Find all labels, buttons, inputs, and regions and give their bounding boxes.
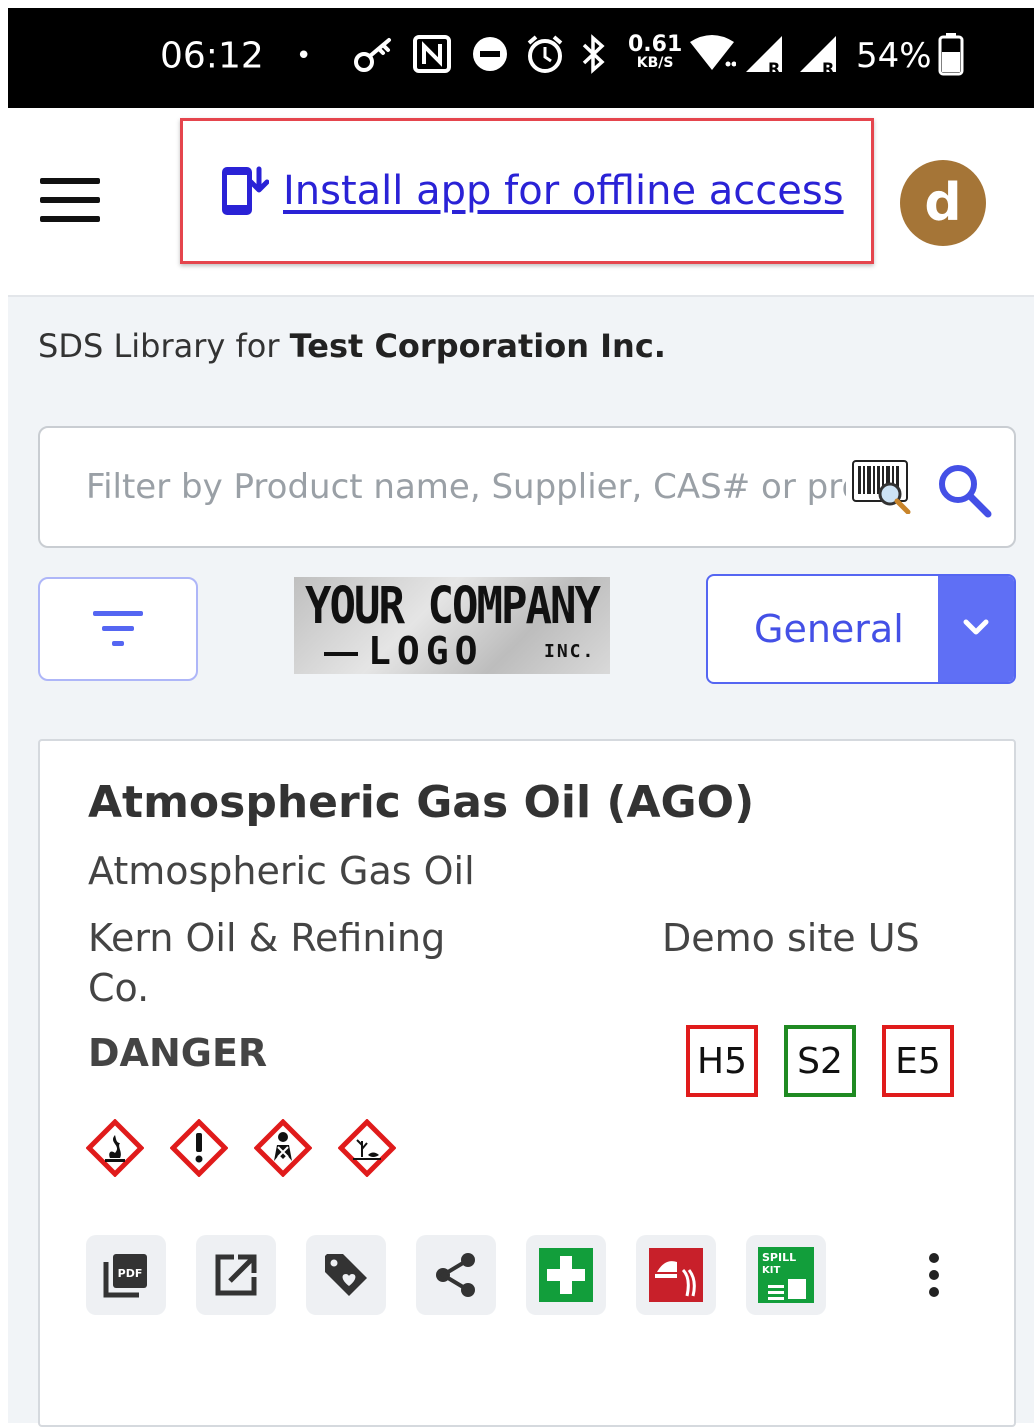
install-app-link[interactable]: Install app for offline access [219,163,844,219]
filter-line [112,641,124,646]
do-not-disturb-icon [470,34,510,78]
key-icon [353,34,397,78]
share-button[interactable] [416,1235,496,1315]
product-supplier: Kern Oil & Refining Co. [88,916,446,1010]
library-company: Test Corporation Inc. [289,327,666,365]
product-card[interactable]: Atmospheric Gas Oil (AGO) Atmospheric Ga… [38,739,1016,1427]
bluetooth-icon [580,34,608,78]
svg-text:SPILL: SPILL [762,1251,796,1264]
exclamation-pictogram-icon [170,1119,228,1177]
more-vertical-icon[interactable] [914,1245,954,1305]
status-bar: 06:12 • 0.61 KB/S R R 54% [8,8,1034,108]
hamburger-menu-button[interactable] [40,178,100,224]
pdf-icon: PDF [103,1254,147,1298]
health-hazard-pictogram-icon [254,1119,312,1177]
signal-r-icon: R [798,32,842,80]
library-prefix: SDS Library for [38,327,290,365]
filter-line [102,626,134,631]
environment-pictogram-icon [338,1119,396,1177]
signal-word: DANGER [88,1031,268,1075]
open-external-icon [215,1254,257,1296]
battery-percent: 54% [856,36,932,76]
environment-rating-badge: E5 [882,1025,954,1097]
battery-icon [938,32,964,80]
svg-text:PDF: PDF [118,1267,143,1280]
search-icon[interactable] [936,462,992,518]
install-phone-icon [222,166,269,215]
install-app-banner: Install app for offline access [180,118,874,264]
library-title: SDS Library for Test Corporation Inc. [38,327,666,365]
first-aid-icon [539,1248,593,1302]
status-dot: • [296,41,312,71]
more-dot [929,1287,939,1297]
more-dot [929,1270,939,1280]
filter-line [93,611,143,616]
product-site: Demo site US [662,916,920,960]
product-subtitle: Atmospheric Gas Oil [88,849,475,893]
company-logo: YOUR COMPANY LOGO INC. [294,577,610,674]
view-select[interactable]: General [706,574,1016,684]
svg-text:R: R [822,59,834,76]
user-avatar[interactable]: d [900,160,986,246]
app-header: Install app for offline access d [8,108,1034,297]
menu-line [40,216,100,222]
safety-rating-badge: S2 [784,1025,856,1097]
search-input[interactable] [84,458,848,516]
first-aid-button[interactable] [526,1235,606,1315]
share-icon [436,1253,475,1297]
wifi-icon [688,34,737,78]
tag-icon [325,1254,367,1296]
barcode-scan-icon[interactable] [852,460,914,514]
flame-pictogram-icon [86,1119,144,1177]
chevron-down-icon [938,576,1014,682]
nfc-icon [412,34,452,78]
tag-button[interactable] [306,1235,386,1315]
network-speed: 0.61 KB/S [628,32,683,71]
svg-text:KIT: KIT [762,1265,780,1276]
view-select-value: General [754,607,904,651]
search-box [38,426,1016,548]
status-time: 06:12 [160,35,264,77]
more-dot [929,1253,939,1263]
alarm-icon [524,33,566,79]
open-external-button[interactable] [196,1235,276,1315]
logo-inc: INC. [544,641,596,662]
signal-r-icon: R [744,32,788,80]
health-rating-badge: H5 [686,1025,758,1097]
pdf-button[interactable]: PDF [86,1235,166,1315]
product-title[interactable]: Atmospheric Gas Oil (AGO) [88,777,754,828]
menu-line [40,178,100,184]
filter-button[interactable] [38,577,198,681]
firefighting-icon [649,1248,703,1302]
logo-line1: YOUR COMPANY [305,577,601,636]
logo-line2: LOGO [324,629,484,673]
install-app-label: Install app for offline access [283,168,844,214]
menu-line [40,197,100,203]
spill-kit-icon: SPILL KIT [758,1247,814,1303]
spill-kit-button[interactable]: SPILL KIT [746,1235,826,1315]
main-content: SDS Library for Test Corporation Inc. YO… [8,297,1034,1427]
firefighting-button[interactable] [636,1235,716,1315]
svg-text:R: R [768,59,780,76]
